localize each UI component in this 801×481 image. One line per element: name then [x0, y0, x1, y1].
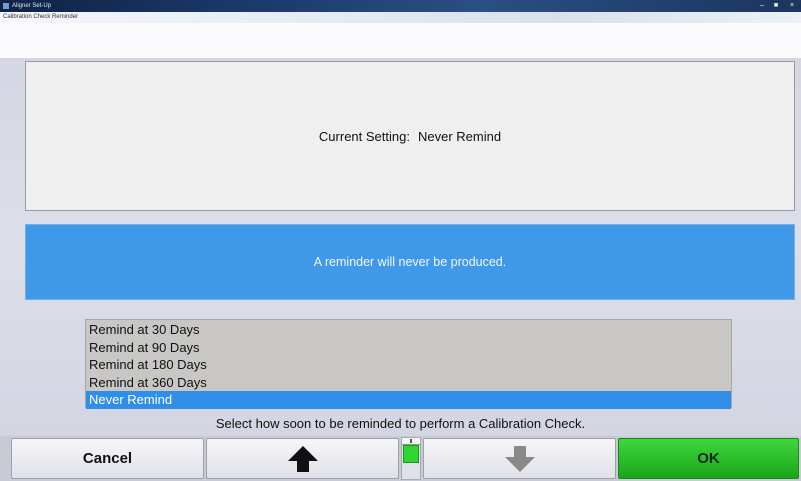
ok-button[interactable]: OK [618, 438, 799, 479]
window-titlebar: Aligner Set-Up – ■ × [0, 0, 801, 12]
info-panel: A reminder will never be produced. [25, 224, 795, 300]
list-item[interactable]: Remind at 180 Days [86, 356, 731, 374]
instruction-text: Select how soon to be reminded to perfor… [215, 416, 586, 431]
current-setting-label: Current Setting: [318, 128, 410, 144]
cancel-button[interactable]: Cancel [11, 438, 204, 479]
list-item[interactable]: Remind at 90 Days [86, 339, 731, 357]
indicator-tick [410, 439, 412, 443]
scroll-indicator[interactable] [401, 437, 421, 480]
indicator-thumb[interactable] [403, 445, 419, 463]
arrow-up-icon [287, 445, 318, 472]
current-setting-value: Never Remind [417, 128, 502, 144]
minimize-icon[interactable]: – [756, 1, 768, 10]
move-up-button[interactable] [206, 438, 399, 479]
ok-button-label: OK [697, 450, 720, 467]
list-item[interactable]: Remind at 360 Days [86, 374, 731, 392]
list-item[interactable]: Remind at 30 Days [86, 321, 731, 339]
arrow-down-icon [504, 445, 535, 472]
maximize-icon[interactable]: ■ [770, 1, 782, 10]
cancel-button-label: Cancel [82, 450, 133, 467]
app-icon [3, 3, 9, 9]
header-banner [0, 23, 801, 58]
window-title: Aligner Set-Up [12, 3, 52, 9]
screen-title: Calibration Check Reminder [3, 14, 79, 20]
reminder-options-list[interactable]: Remind at 30 Days Remind at 90 Days Remi… [85, 319, 732, 409]
move-down-button[interactable] [423, 438, 616, 479]
close-icon[interactable]: × [786, 1, 798, 10]
list-item-selected[interactable]: Never Remind [86, 391, 731, 409]
info-message: A reminder will never be produced. [313, 255, 507, 269]
screen-title-bar: Calibration Check Reminder [0, 12, 801, 23]
current-setting-panel: Current Setting: Never Remind [25, 61, 795, 211]
